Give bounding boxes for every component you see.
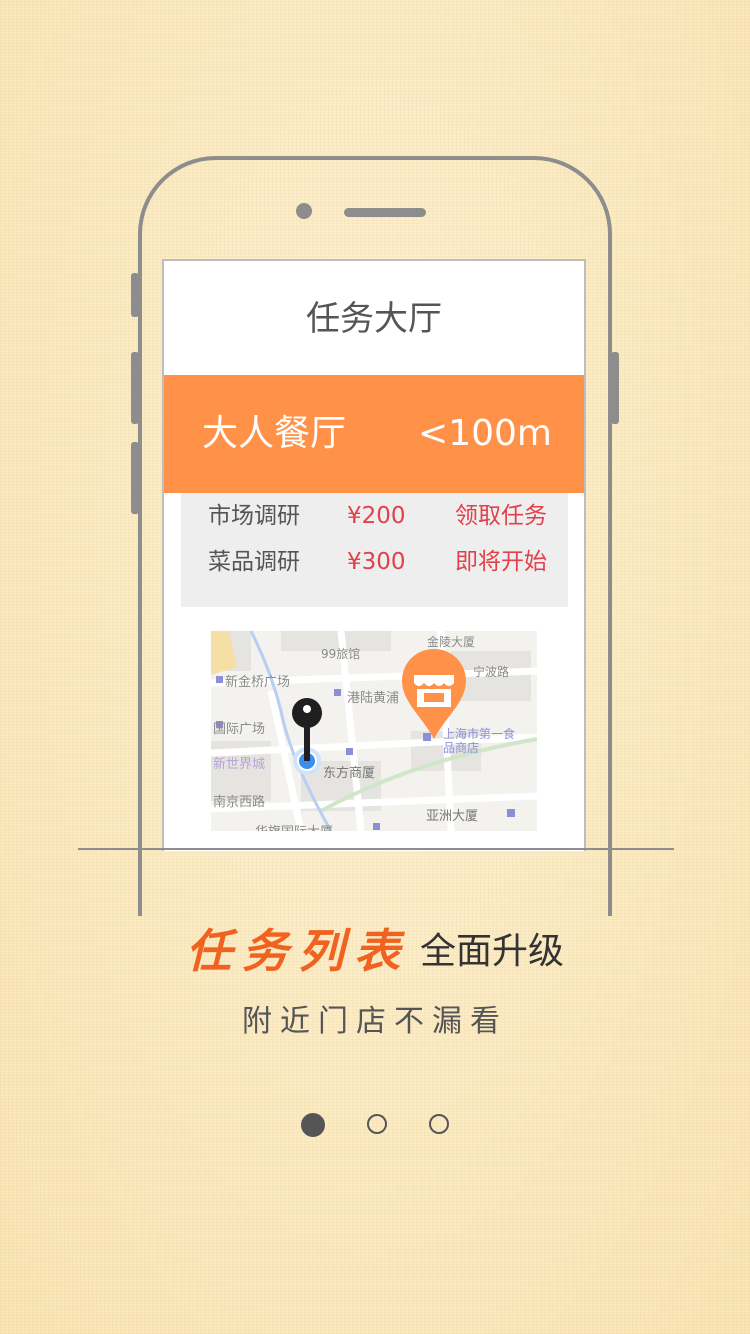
- shop-distance: <100m: [418, 413, 552, 454]
- shop-name: 大人餐厅: [202, 413, 347, 454]
- phone-speaker: [344, 208, 426, 217]
- map-label: 港陆黄浦: [347, 691, 400, 706]
- task-price: ¥200: [347, 503, 406, 529]
- claim-task-button[interactable]: 领取任务: [455, 493, 547, 539]
- map-label: 国际广场: [213, 722, 266, 737]
- map-label: 99旅馆: [321, 647, 361, 661]
- phone-volume-up-button: [131, 352, 139, 424]
- task-name: 菜品调研: [208, 549, 300, 575]
- map-label: 南京西路: [213, 795, 266, 810]
- phone-camera: [296, 203, 312, 219]
- shop-header[interactable]: 大人餐厅 <100m: [164, 375, 584, 493]
- page-indicator: [0, 1113, 750, 1140]
- headline-rest: 全面升级: [419, 931, 564, 972]
- feature-subtitle: 附近门店不漏看: [242, 1004, 508, 1039]
- phone-side-button: [131, 273, 139, 317]
- map-label: 东方商厦: [323, 766, 376, 781]
- page-dot[interactable]: [367, 1114, 387, 1134]
- screen-title: 任务大厅: [306, 299, 442, 339]
- location-pin-icon[interactable]: [285, 697, 329, 787]
- headline-highlight: 任务列表: [185, 924, 410, 978]
- phone-power-button: [611, 352, 619, 424]
- map-view[interactable]: 99旅馆 新金桥广场 港陆黄浦 国际广场 新世界城 东方商厦 南京西路 上海市第…: [211, 631, 537, 831]
- map-label: 新金桥广场: [225, 675, 291, 690]
- coming-soon-button[interactable]: 即将开始: [455, 539, 547, 585]
- task-list: 市场调研 ¥200 领取任务 菜品调研 ¥300 即将开始: [181, 493, 568, 607]
- page-dot[interactable]: [429, 1114, 449, 1134]
- feature-headline: 任务列表 全面升级: [0, 915, 750, 979]
- phone-volume-down-button: [131, 442, 139, 514]
- task-row: 市场调研 ¥200 领取任务: [181, 493, 568, 539]
- phone-baseline: [78, 848, 674, 850]
- task-row: 菜品调研 ¥300 即将开始: [181, 539, 568, 585]
- map-label: 宁波路: [473, 665, 510, 679]
- store-marker-icon[interactable]: [398, 647, 470, 743]
- task-name: 市场调研: [208, 503, 300, 529]
- phone-screen: 任务大厅 大人餐厅 <100m 市场调研 ¥200 领取任务 菜品调研 ¥300…: [162, 259, 586, 851]
- map-label: 亚洲大厦: [426, 809, 479, 824]
- page-dot-active[interactable]: [301, 1113, 325, 1137]
- map-label: 新世界城: [213, 757, 266, 772]
- task-price: ¥300: [347, 549, 406, 575]
- map-label: 华旗国际大厦: [255, 821, 333, 831]
